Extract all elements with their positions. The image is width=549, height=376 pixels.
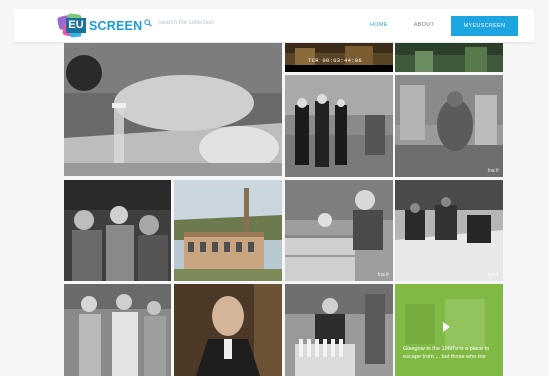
tile-watermark: Ina.fr: [377, 272, 389, 278]
video-tile-statue[interactable]: Ina.fr: [395, 75, 503, 177]
tile-image-factory: [174, 180, 282, 281]
tile-image-family: [64, 284, 171, 376]
video-tile-top-strip[interactable]: TCR 00:03:44:06: [285, 43, 393, 72]
nav-about-link[interactable]: ABOUT: [414, 22, 434, 28]
video-tile-sailors[interactable]: [285, 75, 393, 177]
tile-image-crowd: [64, 180, 171, 281]
logo-eu-text: EU: [66, 18, 86, 33]
tile-image-speaker: [174, 284, 282, 376]
video-tile-large[interactable]: [64, 43, 282, 176]
search-bar[interactable]: [144, 19, 268, 27]
logo-wordmark: SCREEN: [89, 19, 143, 33]
video-tile-featured-green[interactable]: Glasgow in the 1960's is a place to esca…: [395, 284, 503, 376]
video-tile-top-strip-green[interactable]: [395, 43, 503, 72]
video-tile-family[interactable]: [64, 284, 171, 376]
tile-watermark: Ina.fr: [487, 168, 499, 174]
search-icon[interactable]: [144, 19, 152, 27]
tile-image-bottles: [285, 284, 393, 376]
video-tile-crowd[interactable]: [64, 180, 171, 281]
video-tile-factory[interactable]: [174, 180, 282, 281]
main-nav: HOME ABOUT: [370, 22, 434, 28]
tile-image-strip-green: [395, 43, 503, 72]
video-tile-bottles[interactable]: [285, 284, 393, 376]
top-navigation-bar: EU SCREEN HOME ABOUT MYEUSCREEN: [14, 9, 534, 43]
tile-image-table-scene: [64, 43, 282, 176]
tile-watermark: Ina.fr: [487, 272, 499, 278]
tile-caption: Glasgow in the 1960's is a place to esca…: [403, 346, 490, 360]
tile-image-statue: [395, 75, 503, 177]
tile-image-sailors: [285, 75, 393, 177]
tile-image-soldiers: [395, 180, 503, 281]
search-input[interactable]: [158, 20, 268, 26]
play-icon[interactable]: [443, 322, 450, 332]
tile-image-worker: [285, 180, 393, 281]
logo-mark: EU: [56, 12, 88, 40]
nav-home-link[interactable]: HOME: [370, 22, 388, 28]
video-tile-soldiers[interactable]: Ina.fr: [395, 180, 503, 281]
timecode-overlay: TCR 00:03:44:06: [308, 57, 363, 64]
video-tile-worker[interactable]: Ina.fr: [285, 180, 393, 281]
video-tile-speaker[interactable]: [174, 284, 282, 376]
myeuscreen-button[interactable]: MYEUSCREEN: [451, 16, 518, 36]
euscreen-logo[interactable]: EU SCREEN: [56, 12, 143, 40]
